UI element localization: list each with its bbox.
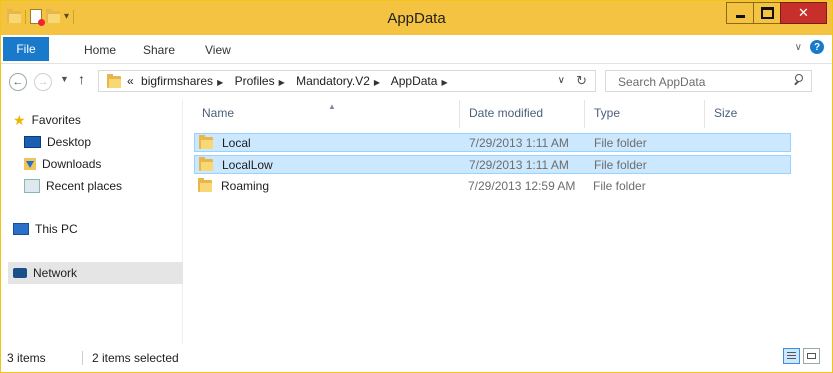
breadcrumb-item[interactable]: AppData xyxy=(391,74,438,88)
file-row-locallow[interactable]: LocalLow 7/29/2013 1:11 AM File folder xyxy=(194,155,791,174)
nav-network[interactable]: Network xyxy=(8,262,183,284)
nav-label: Network xyxy=(33,266,78,280)
up-arrow-icon[interactable]: ↑ xyxy=(78,71,85,87)
status-divider xyxy=(82,351,83,365)
column-label: Type xyxy=(594,106,621,120)
help-icon[interactable]: ? xyxy=(810,40,824,54)
computer-icon xyxy=(13,223,29,235)
column-header-date-modified[interactable]: Date modified xyxy=(460,100,585,128)
forward-button[interactable]: → xyxy=(34,73,52,91)
breadcrumb-item[interactable]: Profiles xyxy=(235,74,275,88)
column-header-size[interactable]: Size xyxy=(705,100,785,128)
large-icons-view-icon xyxy=(807,353,816,359)
file-date: 7/29/2013 1:11 AM xyxy=(469,158,569,172)
chevron-right-icon[interactable]: ▶ xyxy=(279,78,285,87)
nav-recent-places[interactable]: Recent places xyxy=(24,176,122,196)
nav-label: Favorites xyxy=(31,113,81,127)
details-view-button[interactable] xyxy=(783,348,800,364)
file-row-roaming[interactable]: Roaming 7/29/2013 12:59 AM File folder xyxy=(194,177,791,196)
window-title: AppData xyxy=(387,10,446,27)
navigation-bar: ← → ▼ ↑ « bigfirmshares ▶ Profiles ▶ Manda… xyxy=(1,64,832,100)
chevron-right-icon[interactable]: ▶ xyxy=(441,78,447,87)
column-header-name[interactable]: ▲ Name xyxy=(193,100,460,128)
minimize-icon xyxy=(735,14,745,18)
close-icon: ✕ xyxy=(798,5,809,20)
nav-downloads[interactable]: Downloads xyxy=(24,154,101,174)
star-icon: ★ xyxy=(13,111,26,128)
folder-icon xyxy=(199,135,213,149)
folder-icon xyxy=(198,178,212,192)
file-type: File folder xyxy=(594,136,647,150)
search-icon[interactable] xyxy=(793,74,803,86)
sort-ascending-icon: ▲ xyxy=(328,102,336,111)
nav-label: Desktop xyxy=(47,135,92,149)
file-type: File folder xyxy=(594,158,647,172)
navigation-pane[interactable]: ★ Favorites Desktop Downloads Recent pla… xyxy=(1,100,183,344)
chevron-right-icon[interactable]: ▶ xyxy=(217,78,223,87)
nav-label: Recent places xyxy=(46,179,123,193)
network-icon xyxy=(13,268,27,278)
chevron-down-icon[interactable]: ∨ xyxy=(558,75,565,86)
tab-share[interactable]: Share xyxy=(143,40,175,60)
downloads-icon xyxy=(24,158,36,170)
file-name: Local xyxy=(222,136,251,150)
expand-ribbon-icon[interactable]: ∨ xyxy=(795,42,802,53)
maximize-icon xyxy=(760,7,774,19)
item-count: 3 items xyxy=(7,351,46,365)
back-button[interactable]: ← xyxy=(9,73,27,91)
recent-locations-button[interactable]: ▼ xyxy=(60,74,69,84)
file-list: ▲ Name Date modified Type Size Local 7/2… xyxy=(188,100,832,344)
file-row-local[interactable]: Local 7/29/2013 1:11 AM File folder xyxy=(194,133,791,152)
maximize-button[interactable] xyxy=(753,2,781,24)
ribbon-controls: ∨ ? xyxy=(795,40,824,54)
address-bar[interactable]: « bigfirmshares ▶ Profiles ▶ Mandatory.V2 ▶… xyxy=(98,70,596,92)
nav-label: Downloads xyxy=(42,157,102,171)
breadcrumb: « bigfirmshares ▶ Profiles ▶ Mandatory.V2 ▶… xyxy=(127,74,456,88)
file-date: 7/29/2013 12:59 AM xyxy=(468,179,576,193)
selection-count: 2 items selected xyxy=(92,351,179,365)
ribbon-tabs: File Home Share View ∨ ? xyxy=(1,35,832,64)
column-label: Size xyxy=(714,106,738,120)
search-input[interactable] xyxy=(616,74,790,90)
tab-home[interactable]: Home xyxy=(84,40,116,60)
title-bar[interactable]: ▾ AppData ✕ xyxy=(1,1,832,35)
back-arrow-icon: ← xyxy=(12,76,24,88)
close-button[interactable]: ✕ xyxy=(780,2,827,24)
forward-arrow-icon: → xyxy=(37,76,49,88)
tab-file[interactable]: File xyxy=(3,37,49,61)
details-view-icon xyxy=(787,352,796,360)
chevron-right-icon[interactable]: ▶ xyxy=(374,78,380,87)
window-controls: ✕ xyxy=(726,2,827,24)
nav-favorites[interactable]: ★ Favorites xyxy=(13,110,81,130)
desktop-icon xyxy=(24,136,41,148)
file-name: Roaming xyxy=(221,179,270,193)
main-area: ★ Favorites Desktop Downloads Recent pla… xyxy=(1,100,832,344)
nav-this-pc[interactable]: This PC xyxy=(13,219,78,239)
column-header-type[interactable]: Type xyxy=(585,100,705,128)
refresh-icon[interactable]: ↻ xyxy=(576,73,587,89)
large-icons-view-button[interactable] xyxy=(803,348,820,364)
status-bar: 3 items 2 items selected xyxy=(1,344,832,372)
file-name: LocalLow xyxy=(222,158,273,172)
file-date: 7/29/2013 1:11 AM xyxy=(469,136,569,150)
file-type: File folder xyxy=(593,179,646,193)
recent-places-icon xyxy=(24,179,40,193)
column-label: Name xyxy=(202,106,235,120)
breadcrumb-item[interactable]: Mandatory.V2 xyxy=(296,74,370,88)
folder-icon xyxy=(199,157,213,171)
tab-view[interactable]: View xyxy=(205,40,231,60)
breadcrumb-overflow[interactable]: « xyxy=(127,74,134,88)
folder-icon xyxy=(107,74,121,88)
explorer-window: ▾ AppData ✕ File Home Share View ∨ ? ← →… xyxy=(0,0,833,373)
minimize-button[interactable] xyxy=(726,2,754,24)
column-label: Date modified xyxy=(469,106,544,120)
nav-label: This PC xyxy=(35,222,78,236)
breadcrumb-item[interactable]: bigfirmshares xyxy=(141,74,213,88)
nav-desktop[interactable]: Desktop xyxy=(24,132,91,152)
search-box[interactable] xyxy=(605,70,812,92)
